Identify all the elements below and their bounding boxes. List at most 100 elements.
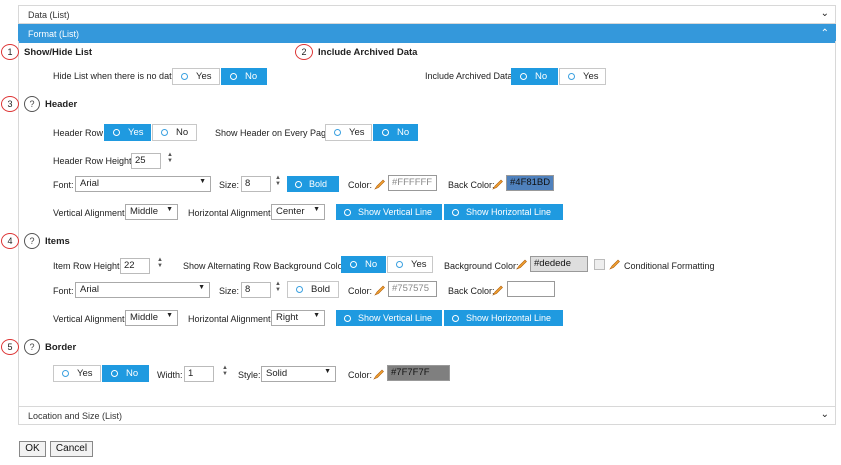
every-page-no-toggle[interactable]: No xyxy=(373,124,418,141)
panel-location-size[interactable]: Location and Size (List) ⌄ xyxy=(18,406,836,425)
button-label: Show Horizontal Line xyxy=(466,313,552,323)
radio-icon xyxy=(295,180,302,188)
caret-down-icon: ▼ xyxy=(166,312,173,319)
toggle-label: No xyxy=(365,259,378,270)
conditional-formatting-label[interactable]: Conditional Formatting xyxy=(624,261,715,271)
archived-no-toggle[interactable]: No xyxy=(511,68,558,85)
select-value: Right xyxy=(276,312,299,323)
radio-icon xyxy=(396,261,403,268)
border-width-input[interactable]: 1 xyxy=(184,366,214,382)
select-value: Solid xyxy=(266,368,288,379)
radio-icon xyxy=(382,129,389,136)
border-color-input[interactable]: #7F7F7F xyxy=(387,365,450,381)
header-show-vertical-button[interactable]: Show Vertical Line xyxy=(336,204,442,220)
item-back-color-input[interactable] xyxy=(507,281,555,297)
header-row-no-toggle[interactable]: No xyxy=(152,124,197,141)
header-row-yes-toggle[interactable]: Yes xyxy=(104,124,151,141)
header-back-color-label: Back Color: xyxy=(448,180,495,190)
border-title: Border xyxy=(45,342,77,353)
pencil-icon[interactable] xyxy=(516,258,528,270)
header-show-horizontal-button[interactable]: Show Horizontal Line xyxy=(444,204,563,220)
section-number-5: 5 xyxy=(1,339,19,355)
alt-bg-yes-toggle[interactable]: Yes xyxy=(387,256,433,273)
spinner-icon[interactable]: ▲ ▼ xyxy=(275,175,281,187)
archived-yes-toggle[interactable]: Yes xyxy=(559,68,606,85)
toggle-label: Yes xyxy=(411,259,427,270)
spinner-icon[interactable]: ▲ ▼ xyxy=(275,281,281,293)
every-page-yes-toggle[interactable]: Yes xyxy=(325,124,372,141)
radio-icon xyxy=(344,208,351,216)
hide-list-no-toggle[interactable]: No xyxy=(221,68,267,85)
ok-button[interactable]: OK xyxy=(19,441,46,457)
header-color-input[interactable]: #FFFFFF xyxy=(388,175,437,191)
pencil-icon[interactable] xyxy=(609,258,621,270)
item-color-input[interactable]: #757575 xyxy=(388,281,437,297)
pencil-icon[interactable] xyxy=(374,178,386,190)
header-row-label: Header Row xyxy=(53,128,104,138)
header-valign-select[interactable]: Middle ▼ xyxy=(125,204,178,220)
header-bold-button[interactable]: Bold xyxy=(287,176,339,192)
border-no-toggle[interactable]: No xyxy=(102,365,149,382)
item-halign-select[interactable]: Right ▼ xyxy=(271,310,325,326)
item-show-vertical-button[interactable]: Show Vertical Line xyxy=(336,310,442,326)
border-color-label: Color: xyxy=(348,370,373,380)
border-width-label: Width: xyxy=(157,370,183,380)
spinner-icon[interactable]: ▲ ▼ xyxy=(167,152,173,164)
hide-list-yes-toggle[interactable]: Yes xyxy=(172,68,220,85)
items-title: Items xyxy=(45,236,70,247)
pencil-icon[interactable] xyxy=(492,178,504,190)
item-bold-toggle[interactable]: Bold xyxy=(287,281,339,298)
pencil-icon[interactable] xyxy=(374,284,386,296)
border-yes-toggle[interactable]: Yes xyxy=(53,365,101,382)
item-font-select[interactable]: Arial ▼ xyxy=(75,282,210,298)
header-size-label: Size: xyxy=(219,180,240,190)
item-show-horizontal-button[interactable]: Show Horizontal Line xyxy=(444,310,563,326)
header-halign-select[interactable]: Center ▼ xyxy=(271,204,325,220)
border-style-select[interactable]: Solid ▼ xyxy=(261,366,336,382)
toggle-label: No xyxy=(245,71,258,82)
alt-bg-no-toggle[interactable]: No xyxy=(341,256,386,273)
radio-icon xyxy=(452,314,459,322)
show-every-page-label: Show Header on Every Page xyxy=(215,128,332,138)
cancel-button[interactable]: Cancel xyxy=(50,441,93,457)
archived-label: Include Archived Data xyxy=(425,71,513,81)
help-icon[interactable]: ? xyxy=(24,96,40,112)
panel-data-list[interactable]: Data (List) ⌄ xyxy=(18,5,836,24)
item-size-input[interactable]: 8 xyxy=(241,282,271,298)
panel-location-size-title: Location and Size (List) xyxy=(28,411,123,421)
help-icon[interactable]: ? xyxy=(24,339,40,355)
item-bg-color-input[interactable]: #dedede xyxy=(530,256,588,272)
section-number-3: 3 xyxy=(1,96,19,112)
header-font-select[interactable]: Arial ▼ xyxy=(75,176,211,192)
radio-icon xyxy=(520,73,527,80)
format-content xyxy=(18,41,836,406)
toggle-label: Yes xyxy=(583,71,599,82)
spinner-icon[interactable]: ▲ ▼ xyxy=(222,365,228,377)
caret-down-icon: ▼ xyxy=(199,178,206,185)
item-row-height-input[interactable]: 22 xyxy=(120,258,150,274)
pencil-icon[interactable] xyxy=(492,284,504,296)
panel-format-list-title: Format (List) xyxy=(28,29,80,39)
button-label: Bold xyxy=(309,179,328,189)
item-valign-select[interactable]: Middle ▼ xyxy=(125,310,178,326)
conditional-formatting-checkbox[interactable] xyxy=(594,259,605,270)
chevron-down-icon[interactable]: ⌄ xyxy=(821,8,829,19)
spinner-icon[interactable]: ▲ ▼ xyxy=(157,257,163,269)
chevron-down-icon[interactable]: ⌄ xyxy=(821,409,829,420)
radio-icon xyxy=(350,261,357,268)
header-size-input[interactable]: 8 xyxy=(241,176,271,192)
radio-icon xyxy=(568,73,575,80)
alt-bg-label: Show Alternating Row Background Color xyxy=(183,261,346,271)
header-row-height-input[interactable]: 25 xyxy=(131,153,161,169)
chevron-up-icon[interactable]: ⌃ xyxy=(821,28,829,39)
border-style-label: Style: xyxy=(238,370,261,380)
caret-down-icon: ▼ xyxy=(166,206,173,213)
caret-down-icon: ▼ xyxy=(313,312,320,319)
radio-icon xyxy=(230,73,237,80)
header-back-color-input[interactable]: #4F81BD xyxy=(506,175,554,191)
pencil-icon[interactable] xyxy=(373,368,385,380)
help-icon[interactable]: ? xyxy=(24,233,40,249)
select-value: Center xyxy=(276,206,305,217)
button-label: Show Vertical Line xyxy=(358,313,433,323)
section-number-4: 4 xyxy=(1,233,19,249)
